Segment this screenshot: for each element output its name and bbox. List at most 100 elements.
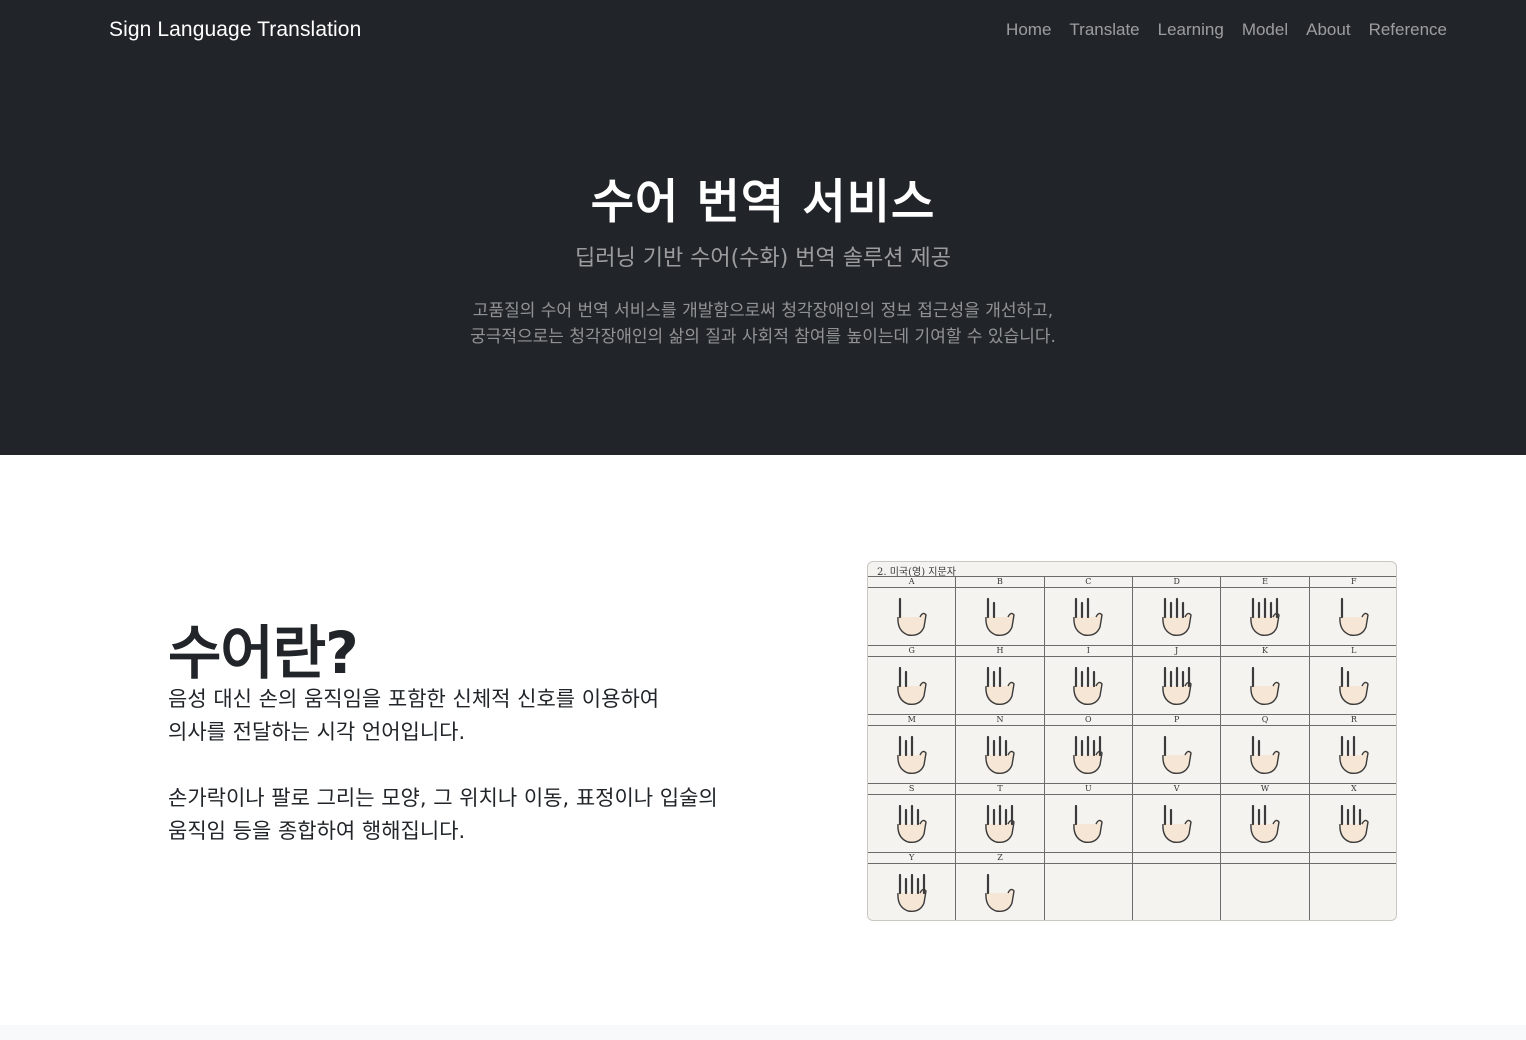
nav-home[interactable]: Home (997, 20, 1060, 40)
hand-sign-icon (1332, 591, 1376, 639)
nav-learning[interactable]: Learning (1149, 20, 1233, 40)
chart-cell (1221, 853, 1310, 920)
chart-cell: L (1309, 646, 1396, 715)
section-heading: 수어란? (168, 619, 359, 687)
hero-section: Sign Language Translation Home Translate… (0, 0, 1526, 455)
chart-cell: X (1309, 784, 1396, 853)
next-section-edge (0, 1025, 1526, 1040)
chart-cell: P (1133, 715, 1222, 784)
hand-sign-icon (890, 660, 934, 708)
hero-subtitle: 딥러닝 기반 수어(수화) 번역 솔루션 제공 (575, 246, 951, 271)
chart-letter: O (1044, 715, 1132, 726)
chart-cell: B (956, 577, 1045, 646)
fingerspelling-grid: ABCDEF GHIJKL MNOPQR STUVWX YZ (868, 576, 1396, 920)
chart-letter: Z (956, 853, 1044, 864)
chart-letter: Q (1221, 715, 1309, 726)
chart-cell (1133, 853, 1222, 920)
hand-sign-icon (1243, 798, 1287, 846)
hand-sign-icon (1066, 591, 1110, 639)
hand-sign-icon (1066, 729, 1110, 777)
chart-letter: U (1044, 784, 1132, 795)
nav-model[interactable]: Model (1233, 20, 1297, 40)
hand-sign-icon (890, 867, 934, 915)
chart-letter: P (1133, 715, 1221, 726)
chart-cell: U (1044, 784, 1133, 853)
chart-letter (1221, 853, 1309, 864)
chart-letter: K (1221, 646, 1309, 657)
chart-cell: N (956, 715, 1045, 784)
chart-cell: E (1221, 577, 1310, 646)
chart-letter: M (868, 715, 956, 726)
chart-letter (1309, 853, 1396, 864)
hand-sign-icon (1155, 798, 1199, 846)
chart-cell (1044, 853, 1133, 920)
chart-letter: D (1133, 577, 1221, 588)
hand-sign-icon (978, 798, 1022, 846)
hand-sign-icon (1243, 660, 1287, 708)
chart-cell: R (1309, 715, 1396, 784)
chart-cell: W (1221, 784, 1310, 853)
hero-description: 고품질의 수어 번역 서비스를 개발함으로써 청각장애인의 정보 접근성을 개선… (0, 298, 1526, 350)
chart-cell: T (956, 784, 1045, 853)
hand-sign-icon (1332, 729, 1376, 777)
chart-letter: S (868, 784, 956, 795)
chart-cell: M (868, 715, 957, 784)
hand-sign-icon (1332, 798, 1376, 846)
chart-cell: S (868, 784, 957, 853)
chart-cell: Q (1221, 715, 1310, 784)
nav-reference[interactable]: Reference (1360, 20, 1447, 40)
chart-cell: H (956, 646, 1045, 715)
chart-letter: B (956, 577, 1044, 588)
chart-cell: D (1133, 577, 1222, 646)
hand-sign-icon (978, 729, 1022, 777)
description-line: 음성 대신 손의 움직임을 포함한 신체적 신호를 이용하여 (168, 687, 660, 711)
hand-sign-icon (1332, 660, 1376, 708)
navbar: Sign Language Translation Home Translate… (0, 0, 1526, 64)
chart-letter: E (1221, 577, 1309, 588)
hand-sign-icon (1066, 660, 1110, 708)
chart-letter: F (1309, 577, 1396, 588)
chart-letter: X (1309, 784, 1396, 795)
chart-letter: I (1044, 646, 1132, 657)
chart-letter: C (1044, 577, 1132, 588)
hand-sign-icon (978, 591, 1022, 639)
chart-cell (1309, 853, 1396, 920)
hand-sign-icon (978, 867, 1022, 915)
chart-cell: I (1044, 646, 1133, 715)
hand-sign-icon (1243, 729, 1287, 777)
hand-sign-icon (1243, 591, 1287, 639)
nav-links: Home Translate Learning Model About Refe… (997, 20, 1447, 40)
brand-link[interactable]: Sign Language Translation (109, 18, 361, 42)
hero-description-line: 궁극적으로는 청각장애인의 삶의 질과 사회적 참여를 높이는데 기여할 수 있… (470, 327, 1056, 347)
chart-cell: Y (868, 853, 957, 920)
chart-cell: V (1133, 784, 1222, 853)
chart-cell: A (868, 577, 957, 646)
chart-letter: N (956, 715, 1044, 726)
chart-letter: T (956, 784, 1044, 795)
nav-about[interactable]: About (1297, 20, 1359, 40)
section-description: 음성 대신 손의 움직임을 포함한 신체적 신호를 이용하여 의사를 전달하는 … (168, 683, 808, 848)
chart-cell: C (1044, 577, 1133, 646)
chart-letter: W (1221, 784, 1309, 795)
chart-letter (1044, 853, 1132, 864)
hand-sign-icon (1066, 798, 1110, 846)
hero-title: 수어 번역 서비스 (590, 175, 936, 230)
hand-sign-icon (1155, 660, 1199, 708)
chart-letter: A (868, 577, 956, 588)
description-line: 손가락이나 팔로 그리는 모양, 그 위치나 이동, 표정이나 입술의 (168, 786, 718, 810)
chart-cell: G (868, 646, 957, 715)
chart-letter: V (1133, 784, 1221, 795)
chart-cell: K (1221, 646, 1310, 715)
hand-sign-icon (890, 798, 934, 846)
chart-letter: R (1309, 715, 1396, 726)
hand-sign-icon (890, 591, 934, 639)
description-line: 의사를 전달하는 시각 언어입니다. (168, 720, 466, 744)
nav-translate[interactable]: Translate (1060, 20, 1148, 40)
chart-letter: L (1309, 646, 1396, 657)
hand-sign-icon (1155, 729, 1199, 777)
fingerspelling-chart-image: 2. 미국(영) 지문자 ABCDEFGHIJKLMNOPQRSTUVWXYZ (867, 561, 1397, 921)
chart-cell: O (1044, 715, 1133, 784)
chart-cell: J (1133, 646, 1222, 715)
hand-sign-icon (890, 729, 934, 777)
chart-cell: F (1309, 577, 1396, 646)
